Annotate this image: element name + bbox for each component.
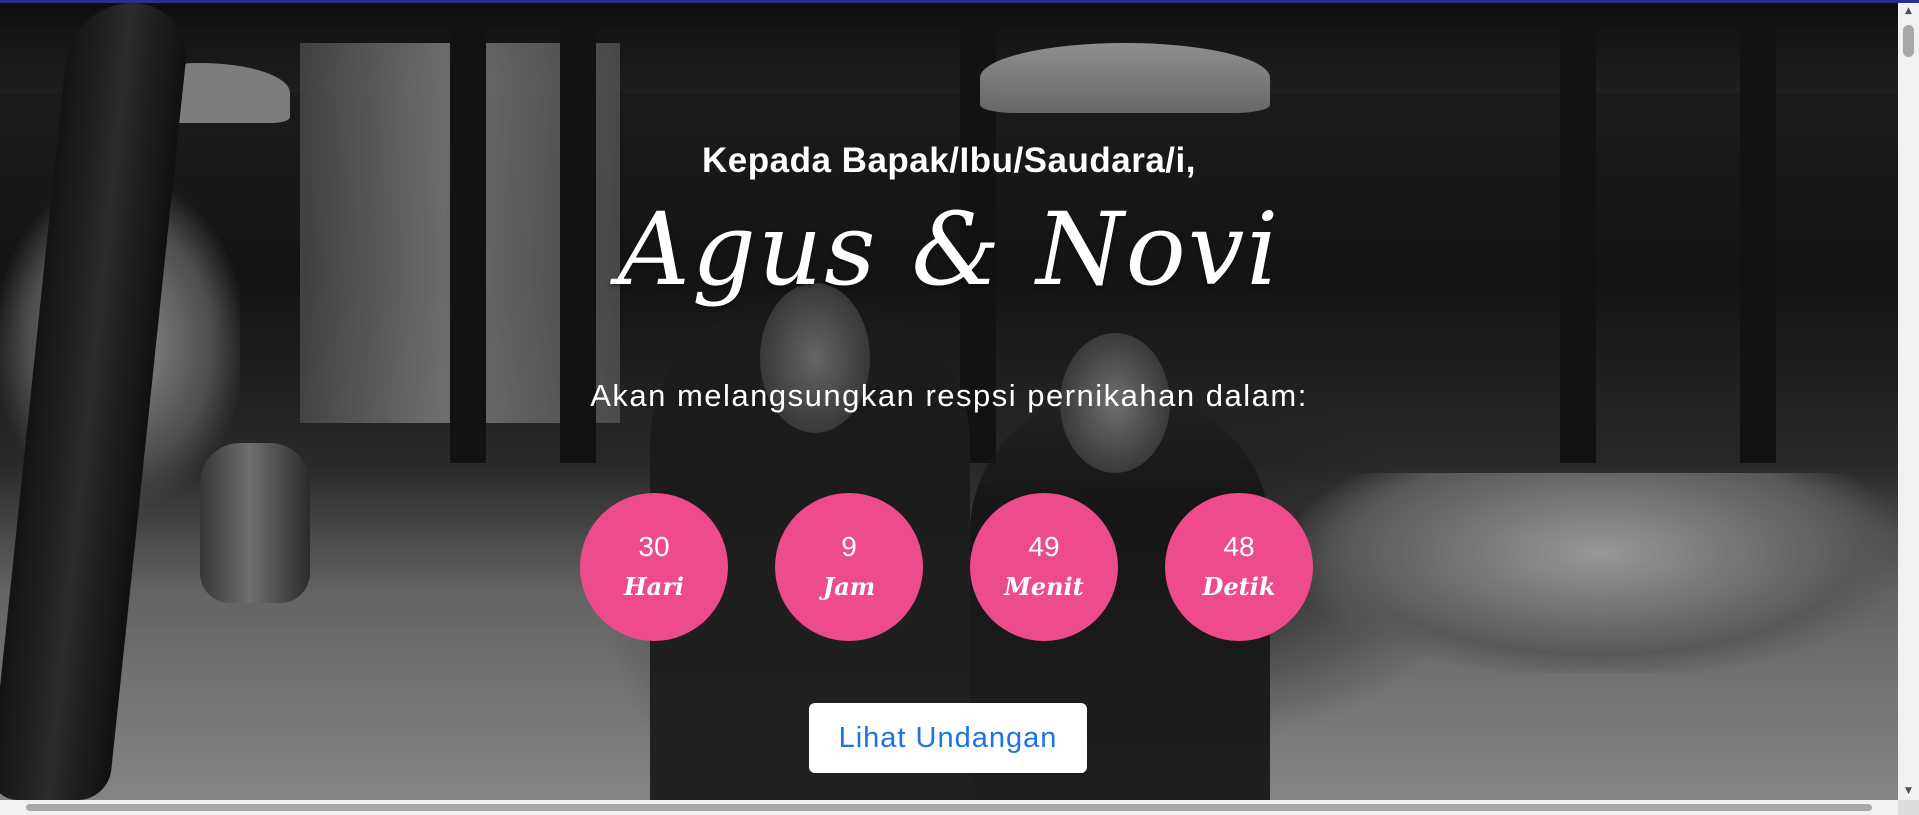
- days-label: Hari: [624, 572, 684, 601]
- vertical-scrollbar[interactable]: ▲ ▼: [1898, 3, 1919, 800]
- horizontal-scrollbar[interactable]: [0, 800, 1898, 815]
- scrollbar-thumb[interactable]: [26, 804, 1872, 811]
- scroll-up-icon[interactable]: ▲: [1898, 3, 1919, 20]
- scrollbar-corner: [1898, 800, 1919, 815]
- scrollbar-thumb[interactable]: [1903, 25, 1914, 57]
- minutes-value: 49: [1028, 531, 1060, 562]
- scroll-down-icon[interactable]: ▼: [1898, 783, 1919, 800]
- days-value: 30: [638, 531, 670, 562]
- countdown-hours: 9 Jam: [775, 493, 923, 641]
- countdown-seconds: 48 Detik: [1165, 493, 1313, 641]
- hero-section: Kepada Bapak/Ibu/Saudara/i, Agus & Novi …: [0, 3, 1898, 800]
- countdown-minutes: 49 Menit: [970, 493, 1118, 641]
- seconds-value: 48: [1223, 531, 1255, 562]
- hours-value: 9: [841, 531, 857, 562]
- couple-names: Agus & Novi: [617, 191, 1281, 308]
- countdown-intro: Akan melangsungkan respsi pernikahan dal…: [590, 378, 1308, 413]
- hours-label: Jam: [822, 572, 876, 601]
- countdown-timer: 30 Hari 9 Jam 49 Menit 48 Detik: [580, 493, 1313, 641]
- countdown-days: 30 Hari: [580, 493, 728, 641]
- minutes-label: Menit: [1004, 572, 1084, 601]
- seconds-label: Detik: [1202, 572, 1276, 601]
- view-invitation-button[interactable]: Lihat Undangan: [809, 703, 1087, 773]
- greeting-text: Kepada Bapak/Ibu/Saudara/i,: [702, 141, 1196, 180]
